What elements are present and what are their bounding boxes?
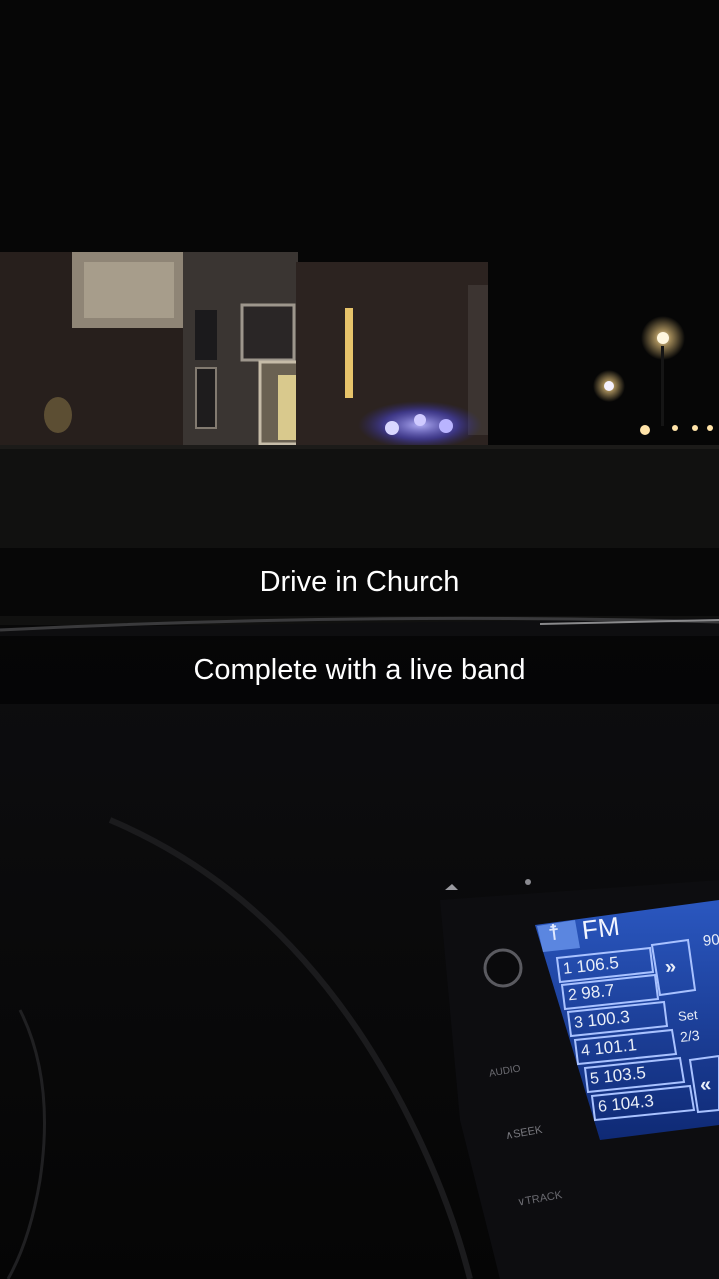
- preset-2-num: 2: [567, 986, 578, 1005]
- volume-knob: [483, 948, 523, 988]
- preset-1-freq: 106.5: [575, 953, 620, 977]
- prev-page-icon[interactable]: «: [699, 1073, 712, 1097]
- preset-3-num: 3: [573, 1014, 584, 1032]
- preset-5-num: 5: [589, 1070, 600, 1088]
- preset-6-freq: 104.3: [610, 1091, 655, 1115]
- radio-band-label: FM: [580, 910, 622, 946]
- preset-4-freq: 101.1: [593, 1035, 638, 1059]
- preset-3-freq: 100.3: [586, 1007, 631, 1031]
- preset-4-num: 4: [580, 1042, 591, 1060]
- next-page-icon[interactable]: »: [664, 955, 677, 979]
- preset-5-freq: 103.5: [602, 1063, 647, 1087]
- partial-frequency-readout: 90: [702, 931, 719, 950]
- preset-1-num: 1: [562, 960, 573, 978]
- preset-2-freq: 98.7: [580, 980, 616, 1003]
- set-label: Set: [677, 1007, 699, 1024]
- caption-live-band: Complete with a live band: [0, 636, 719, 704]
- caption-drive-in-church: Drive in Church: [0, 548, 719, 616]
- preset-6-num: 6: [597, 1098, 608, 1116]
- set-page-indicator: 2/3: [679, 1027, 701, 1045]
